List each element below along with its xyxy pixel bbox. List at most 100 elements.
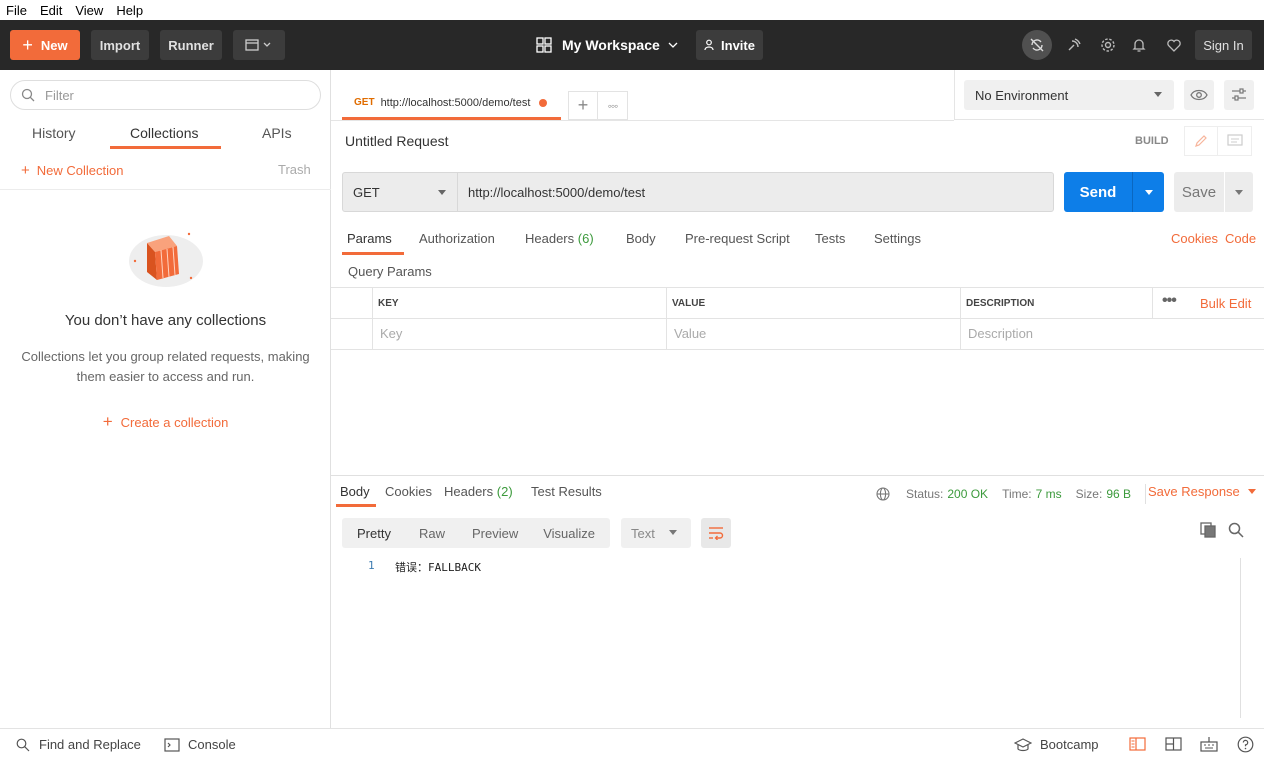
response-type-select[interactable]: Text (621, 518, 691, 548)
tab-headers[interactable]: Headers (6) (525, 231, 594, 246)
request-title[interactable]: Untitled Request (345, 133, 449, 149)
console-button[interactable]: Console (164, 737, 236, 752)
globe-icon[interactable] (876, 487, 890, 501)
new-window-button[interactable] (233, 30, 285, 60)
menu-file[interactable]: File (6, 3, 27, 18)
request-tab-url: http://localhost:5000/demo/test (380, 96, 531, 109)
new-button[interactable]: + New (10, 30, 80, 60)
heart-icon[interactable] (1159, 30, 1189, 60)
value-input[interactable]: Value (674, 326, 706, 341)
time-label: Time: (1002, 487, 1032, 501)
runner-button[interactable]: Runner (160, 30, 222, 60)
filter-input[interactable]: Filter (10, 80, 321, 110)
eye-icon[interactable] (1184, 80, 1214, 110)
bootcamp-button[interactable]: Bootcamp (1014, 737, 1099, 752)
more-options-icon[interactable]: ••• (1162, 292, 1177, 310)
status-label: Status: (906, 487, 944, 501)
comment-icon[interactable] (1218, 126, 1252, 156)
format-pretty[interactable]: Pretty (357, 526, 391, 541)
add-user-icon (704, 39, 714, 51)
response-meta: Status: 200 OK Time: 7 ms Size: 96 B (876, 484, 1147, 504)
url-input[interactable]: http://localhost:5000/demo/test (457, 172, 1054, 212)
tab-params[interactable]: Params (347, 231, 392, 246)
size-value: 96 B (1106, 487, 1132, 501)
two-pane-view-icon[interactable] (1129, 736, 1146, 752)
format-preview[interactable]: Preview (472, 526, 518, 541)
tab-authorization[interactable]: Authorization (419, 231, 495, 246)
divider (1145, 484, 1147, 504)
key-input[interactable]: Key (380, 326, 402, 341)
plus-icon: + (22, 35, 33, 55)
save-options-button[interactable] (1225, 172, 1253, 212)
copy-icon[interactable] (1200, 522, 1216, 538)
build-mode-label: BUILD (1135, 135, 1169, 147)
menu-edit[interactable]: Edit (40, 3, 62, 18)
import-button[interactable]: Import (91, 30, 149, 60)
save-response-button[interactable]: Save Response (1148, 484, 1256, 499)
format-raw[interactable]: Raw (419, 526, 445, 541)
pencil-icon[interactable] (1184, 126, 1218, 156)
tab-prerequest-script[interactable]: Pre-request Script (685, 231, 790, 246)
send-button[interactable]: Send (1064, 172, 1132, 212)
url-value: http://localhost:5000/demo/test (468, 184, 646, 200)
gear-icon[interactable] (1093, 30, 1123, 60)
create-collection-button[interactable]: + Create a collection (0, 412, 331, 432)
tab-body[interactable]: Body (626, 231, 656, 246)
line-number: 1 (368, 559, 375, 572)
more-tabs-icon[interactable]: ◦◦◦ (598, 91, 628, 120)
divider (331, 318, 1264, 319)
invite-button[interactable]: Invite (696, 30, 763, 60)
caret-down-icon (1247, 489, 1256, 494)
satellite-icon[interactable] (1059, 30, 1089, 60)
save-button[interactable]: Save (1174, 172, 1224, 212)
response-tab-body[interactable]: Body (340, 484, 370, 499)
column-header-value: VALUE (672, 298, 706, 309)
caret-down-icon (1144, 189, 1153, 195)
tab-apis[interactable]: APIs (262, 125, 292, 141)
new-collection-label: New Collection (36, 163, 124, 178)
active-tab-indicator (110, 146, 221, 149)
send-options-button[interactable] (1132, 172, 1164, 212)
menu-bar: File Edit View Help (0, 0, 1264, 20)
help-icon[interactable] (1237, 736, 1254, 753)
tab-history[interactable]: History (32, 125, 76, 141)
new-collection-button[interactable]: + New Collection (21, 162, 123, 179)
response-tab-cookies[interactable]: Cookies (385, 484, 432, 499)
search-icon[interactable] (1228, 522, 1244, 538)
tab-settings[interactable]: Settings (874, 231, 921, 246)
description-input[interactable]: Description (968, 326, 1033, 341)
wrap-lines-icon[interactable] (701, 518, 731, 548)
column-header-key: KEY (378, 298, 399, 309)
keyboard-icon[interactable] (1200, 736, 1218, 752)
grid-icon (536, 37, 552, 53)
find-and-replace-button[interactable]: Find and Replace (16, 737, 141, 752)
menu-help[interactable]: Help (116, 3, 143, 18)
bulk-edit-link[interactable]: Bulk Edit (1200, 296, 1251, 311)
response-tab-test-results[interactable]: Test Results (531, 484, 602, 499)
menu-view[interactable]: View (75, 3, 103, 18)
layout-icon[interactable] (1165, 736, 1182, 752)
sliders-icon[interactable] (1224, 80, 1254, 110)
tab-collections[interactable]: Collections (130, 125, 198, 141)
response-tab-headers[interactable]: Headers (2) (444, 484, 513, 499)
format-toggle-group: Pretty Raw Preview Visualize (342, 518, 610, 548)
divider (960, 288, 961, 350)
status-value: 200 OK (947, 487, 989, 501)
method-label: GET (353, 184, 380, 200)
code-link[interactable]: Code (1225, 231, 1256, 246)
environment-select[interactable]: No Environment (964, 80, 1174, 110)
response-tab-headers-count: (2) (496, 484, 513, 499)
save-response-label: Save Response (1148, 484, 1240, 499)
bell-icon[interactable] (1124, 30, 1154, 60)
add-tab-button[interactable]: + (568, 91, 598, 120)
response-scrollbar[interactable] (1240, 558, 1241, 718)
format-visualize[interactable]: Visualize (543, 526, 595, 541)
request-tab[interactable]: GET http://localhost:5000/demo/test (342, 88, 561, 120)
method-select[interactable]: GET (342, 172, 458, 212)
sync-off-icon[interactable] (1022, 30, 1052, 60)
tab-tests[interactable]: Tests (815, 231, 845, 246)
trash-button[interactable]: Trash (278, 162, 311, 177)
workspace-selector[interactable]: My Workspace (536, 30, 678, 60)
sign-in-button[interactable]: Sign In (1195, 30, 1252, 60)
cookies-link[interactable]: Cookies (1171, 231, 1218, 246)
